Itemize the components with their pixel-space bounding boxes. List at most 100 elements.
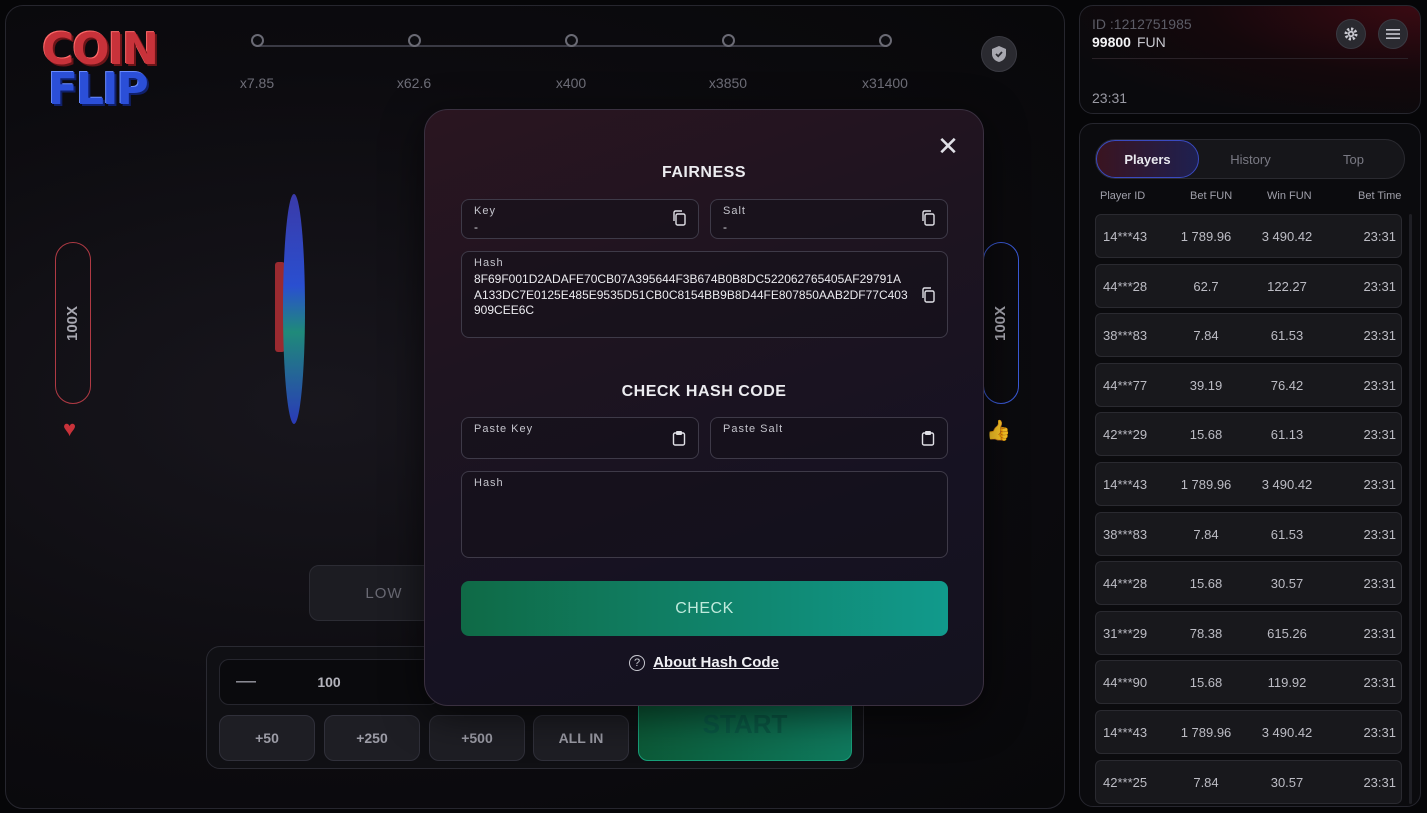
row-bet: 1 789.96 — [1180, 725, 1232, 740]
player-row: 31***29 78.38 615.26 23:31 — [1095, 610, 1402, 655]
clock: 23:31 — [1092, 90, 1128, 106]
row-id: 31***29 — [1103, 625, 1148, 641]
row-win: 30.57 — [1270, 774, 1304, 790]
player-row: 44***28 15.68 30.57 23:31 — [1095, 561, 1402, 606]
tab-players[interactable]: Players — [1096, 140, 1199, 178]
left-pill-label: 100X — [64, 305, 82, 341]
row-id: 42***29 — [1103, 427, 1148, 443]
row-win: 3 490.42 — [1261, 229, 1313, 244]
multiplier-node — [879, 34, 892, 47]
col-player-id: Player ID — [1100, 190, 1146, 202]
row-win: 615.26 — [1267, 625, 1307, 641]
shield-icon — [992, 46, 1006, 62]
quick-bet-500-button[interactable]: +500 — [429, 715, 525, 761]
copy-salt-icon[interactable] — [921, 210, 935, 226]
row-bet: 39.19 — [1189, 377, 1223, 393]
menu-button[interactable] — [1378, 19, 1408, 49]
fairness-shield-button[interactable] — [981, 36, 1017, 72]
paste-salt-clipboard-icon[interactable] — [921, 430, 935, 446]
player-row: 42***29 15.68 61.13 23:31 — [1095, 412, 1402, 457]
row-time: 23:31 — [1363, 377, 1396, 393]
tab-history[interactable]: History — [1199, 140, 1302, 178]
row-time: 23:31 — [1363, 526, 1396, 542]
fairness-title: FAIRNESS — [661, 164, 746, 181]
col-win: Win FUN — [1267, 190, 1312, 202]
multiplier-node — [722, 34, 735, 47]
right-pill-label: 100X — [992, 305, 1010, 341]
salt-label: Salt — [723, 205, 746, 217]
row-id: 44***28 — [1103, 576, 1148, 592]
row-bet: 78.38 — [1189, 625, 1223, 641]
divider — [1092, 58, 1408, 59]
row-win: 61.53 — [1270, 526, 1304, 542]
settings-button[interactable] — [1336, 19, 1366, 49]
row-bet: 1 789.96 — [1180, 229, 1232, 244]
row-win: 61.53 — [1270, 328, 1304, 344]
right-multiplier-pill: 100X — [983, 242, 1019, 404]
account-panel: ID :1212751985 99800 FUN 23:31 — [1079, 5, 1421, 114]
about-hash-code-link[interactable]: ? About Hash Code — [425, 654, 983, 671]
player-row: 42***25 7.84 30.57 23:31 — [1095, 759, 1402, 804]
row-time: 23:31 — [1363, 625, 1396, 641]
row-time: 23:31 — [1363, 675, 1396, 691]
copy-key-icon[interactable] — [672, 210, 686, 226]
row-time: 23:31 — [1363, 229, 1396, 244]
multiplier-label: x7.85 — [239, 75, 275, 91]
paste-key-label: Paste Key — [474, 423, 534, 435]
quick-bet-250-button[interactable]: +250 — [324, 715, 420, 761]
quick-bet-50-button[interactable]: +50 — [219, 715, 315, 761]
row-time: 23:31 — [1363, 576, 1396, 592]
user-id: ID :1212751985 — [1092, 16, 1192, 32]
copy-hash-icon[interactable] — [921, 287, 935, 303]
row-win: 122.27 — [1267, 278, 1307, 294]
close-icon[interactable]: ✕ — [936, 133, 960, 159]
multiplier-node — [408, 34, 421, 47]
row-bet: 7.84 — [1193, 526, 1219, 542]
row-bet: 15.68 — [1189, 675, 1223, 691]
player-row: 44***77 39.19 76.42 23:31 — [1095, 362, 1402, 407]
tab-top[interactable]: Top — [1302, 140, 1405, 178]
row-time: 23:31 — [1363, 725, 1396, 740]
about-hash-code-text[interactable]: About Hash Code — [653, 654, 779, 671]
check-hash-label: Hash — [474, 477, 504, 489]
key-field: Key - — [461, 199, 699, 239]
row-time: 23:31 — [1363, 774, 1396, 790]
scrollbar[interactable] — [1409, 214, 1412, 804]
player-row: 14***43 1 789.96 3 490.42 23:31 — [1095, 462, 1402, 506]
paste-key-input[interactable]: Paste Key — [461, 417, 699, 459]
row-win: 30.57 — [1270, 576, 1304, 592]
hash-label: Hash — [474, 257, 504, 269]
player-row: 44***90 15.68 119.92 23:31 — [1095, 660, 1402, 705]
row-win: 119.92 — [1267, 675, 1307, 691]
balance-currency: FUN — [1136, 34, 1166, 50]
players-sidebar: Players History Top Player ID Bet FUN Wi… — [1079, 123, 1421, 807]
balance: 99800 FUN — [1092, 34, 1166, 50]
check-button[interactable]: CHECK — [461, 581, 948, 636]
check-hash-input[interactable]: Hash — [461, 471, 948, 558]
row-time: 23:31 — [1363, 477, 1396, 492]
bet-amount-stepper[interactable]: — 100 — [219, 659, 439, 705]
coinflip-logo: COIN FLIP — [42, 28, 182, 114]
row-bet: 15.68 — [1189, 427, 1223, 443]
sidebar-tabs: Players History Top — [1095, 139, 1405, 179]
row-id: 38***83 — [1103, 526, 1148, 542]
row-id: 44***28 — [1103, 278, 1148, 294]
row-id: 44***77 — [1103, 377, 1148, 393]
paste-salt-label: Paste Salt — [723, 423, 784, 435]
col-bet: Bet FUN — [1190, 190, 1233, 202]
row-bet: 7.84 — [1193, 774, 1219, 790]
row-win: 3 490.42 — [1261, 725, 1313, 740]
paste-key-clipboard-icon[interactable] — [672, 430, 686, 446]
gear-icon — [1344, 27, 1358, 41]
row-win: 76.42 — [1270, 377, 1304, 393]
coin-face — [283, 194, 305, 424]
row-bet: 15.68 — [1189, 576, 1223, 592]
row-id: 14***43 — [1103, 725, 1148, 740]
left-multiplier-pill: 100X — [55, 242, 91, 404]
player-row: 44***28 62.7 122.27 23:31 — [1095, 263, 1402, 308]
all-in-button[interactable]: ALL IN — [533, 715, 629, 761]
row-time: 23:31 — [1363, 328, 1396, 344]
row-id: 38***83 — [1103, 328, 1148, 344]
multiplier-label: x3850 — [708, 75, 748, 91]
paste-salt-input[interactable]: Paste Salt — [710, 417, 948, 459]
